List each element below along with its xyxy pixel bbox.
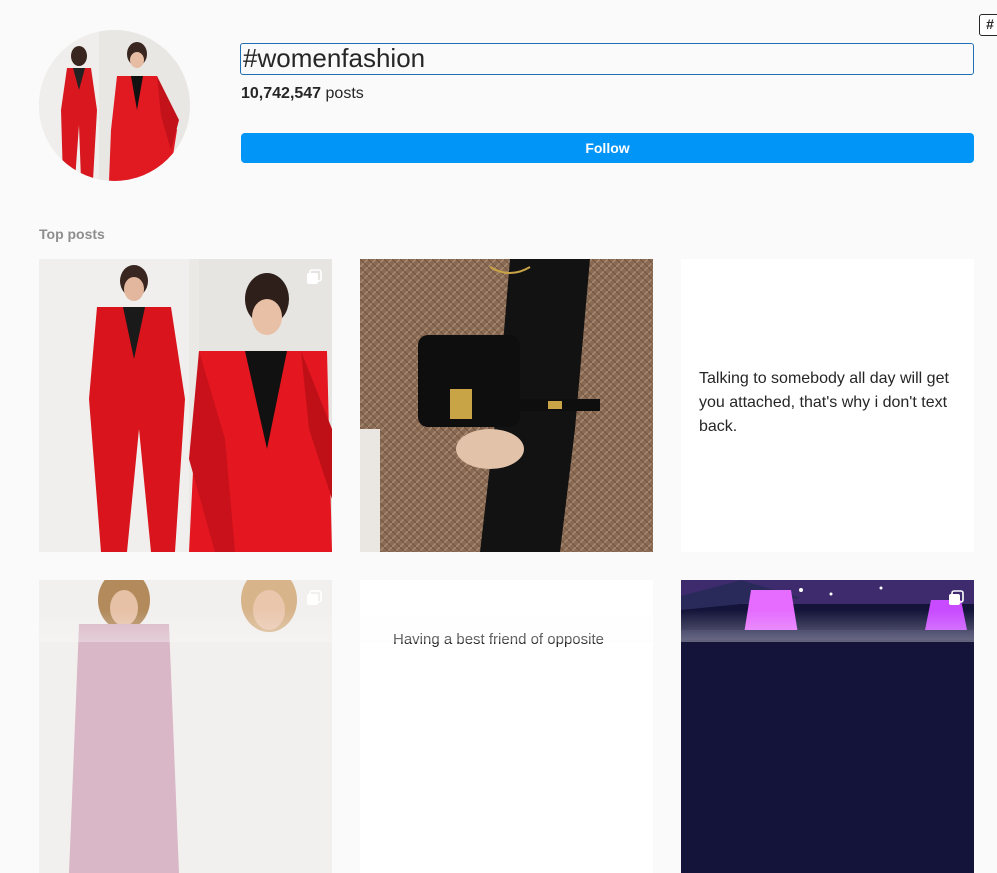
post-tile-text-quote[interactable]: Talking to somebody all day will get you… [681,259,974,552]
post-tile-red-suit[interactable] [39,259,332,552]
follow-button[interactable]: Follow [241,133,974,163]
carousel-icon [307,269,322,284]
avatar-image [39,30,190,181]
top-posts-label: Top posts [39,226,105,242]
hashtag-avatar [39,30,190,181]
carousel-icon [949,590,964,605]
post-quote-text: Talking to somebody all day will get you… [699,370,949,435]
carousel-icon [307,590,322,605]
post-image [360,259,653,552]
hashtag-title: #womenfashion [240,43,974,75]
post-image [39,580,332,873]
post-quote-text: Having a best friend of opposite [393,631,604,648]
post-count-value: 10,742,547 [241,85,322,102]
post-tile-brown-coat[interactable] [360,259,653,552]
post-tile-text-quote-2[interactable]: Having a best friend of opposite [360,580,653,873]
post-image [681,580,974,873]
hashtag-icon[interactable]: # [979,14,997,36]
post-tile-purple-lamps[interactable] [681,580,974,873]
post-image [39,259,332,552]
post-count-label: posts [325,85,364,102]
post-count: 10,742,547 posts [241,85,364,103]
post-tile-pink-blazers[interactable] [39,580,332,873]
